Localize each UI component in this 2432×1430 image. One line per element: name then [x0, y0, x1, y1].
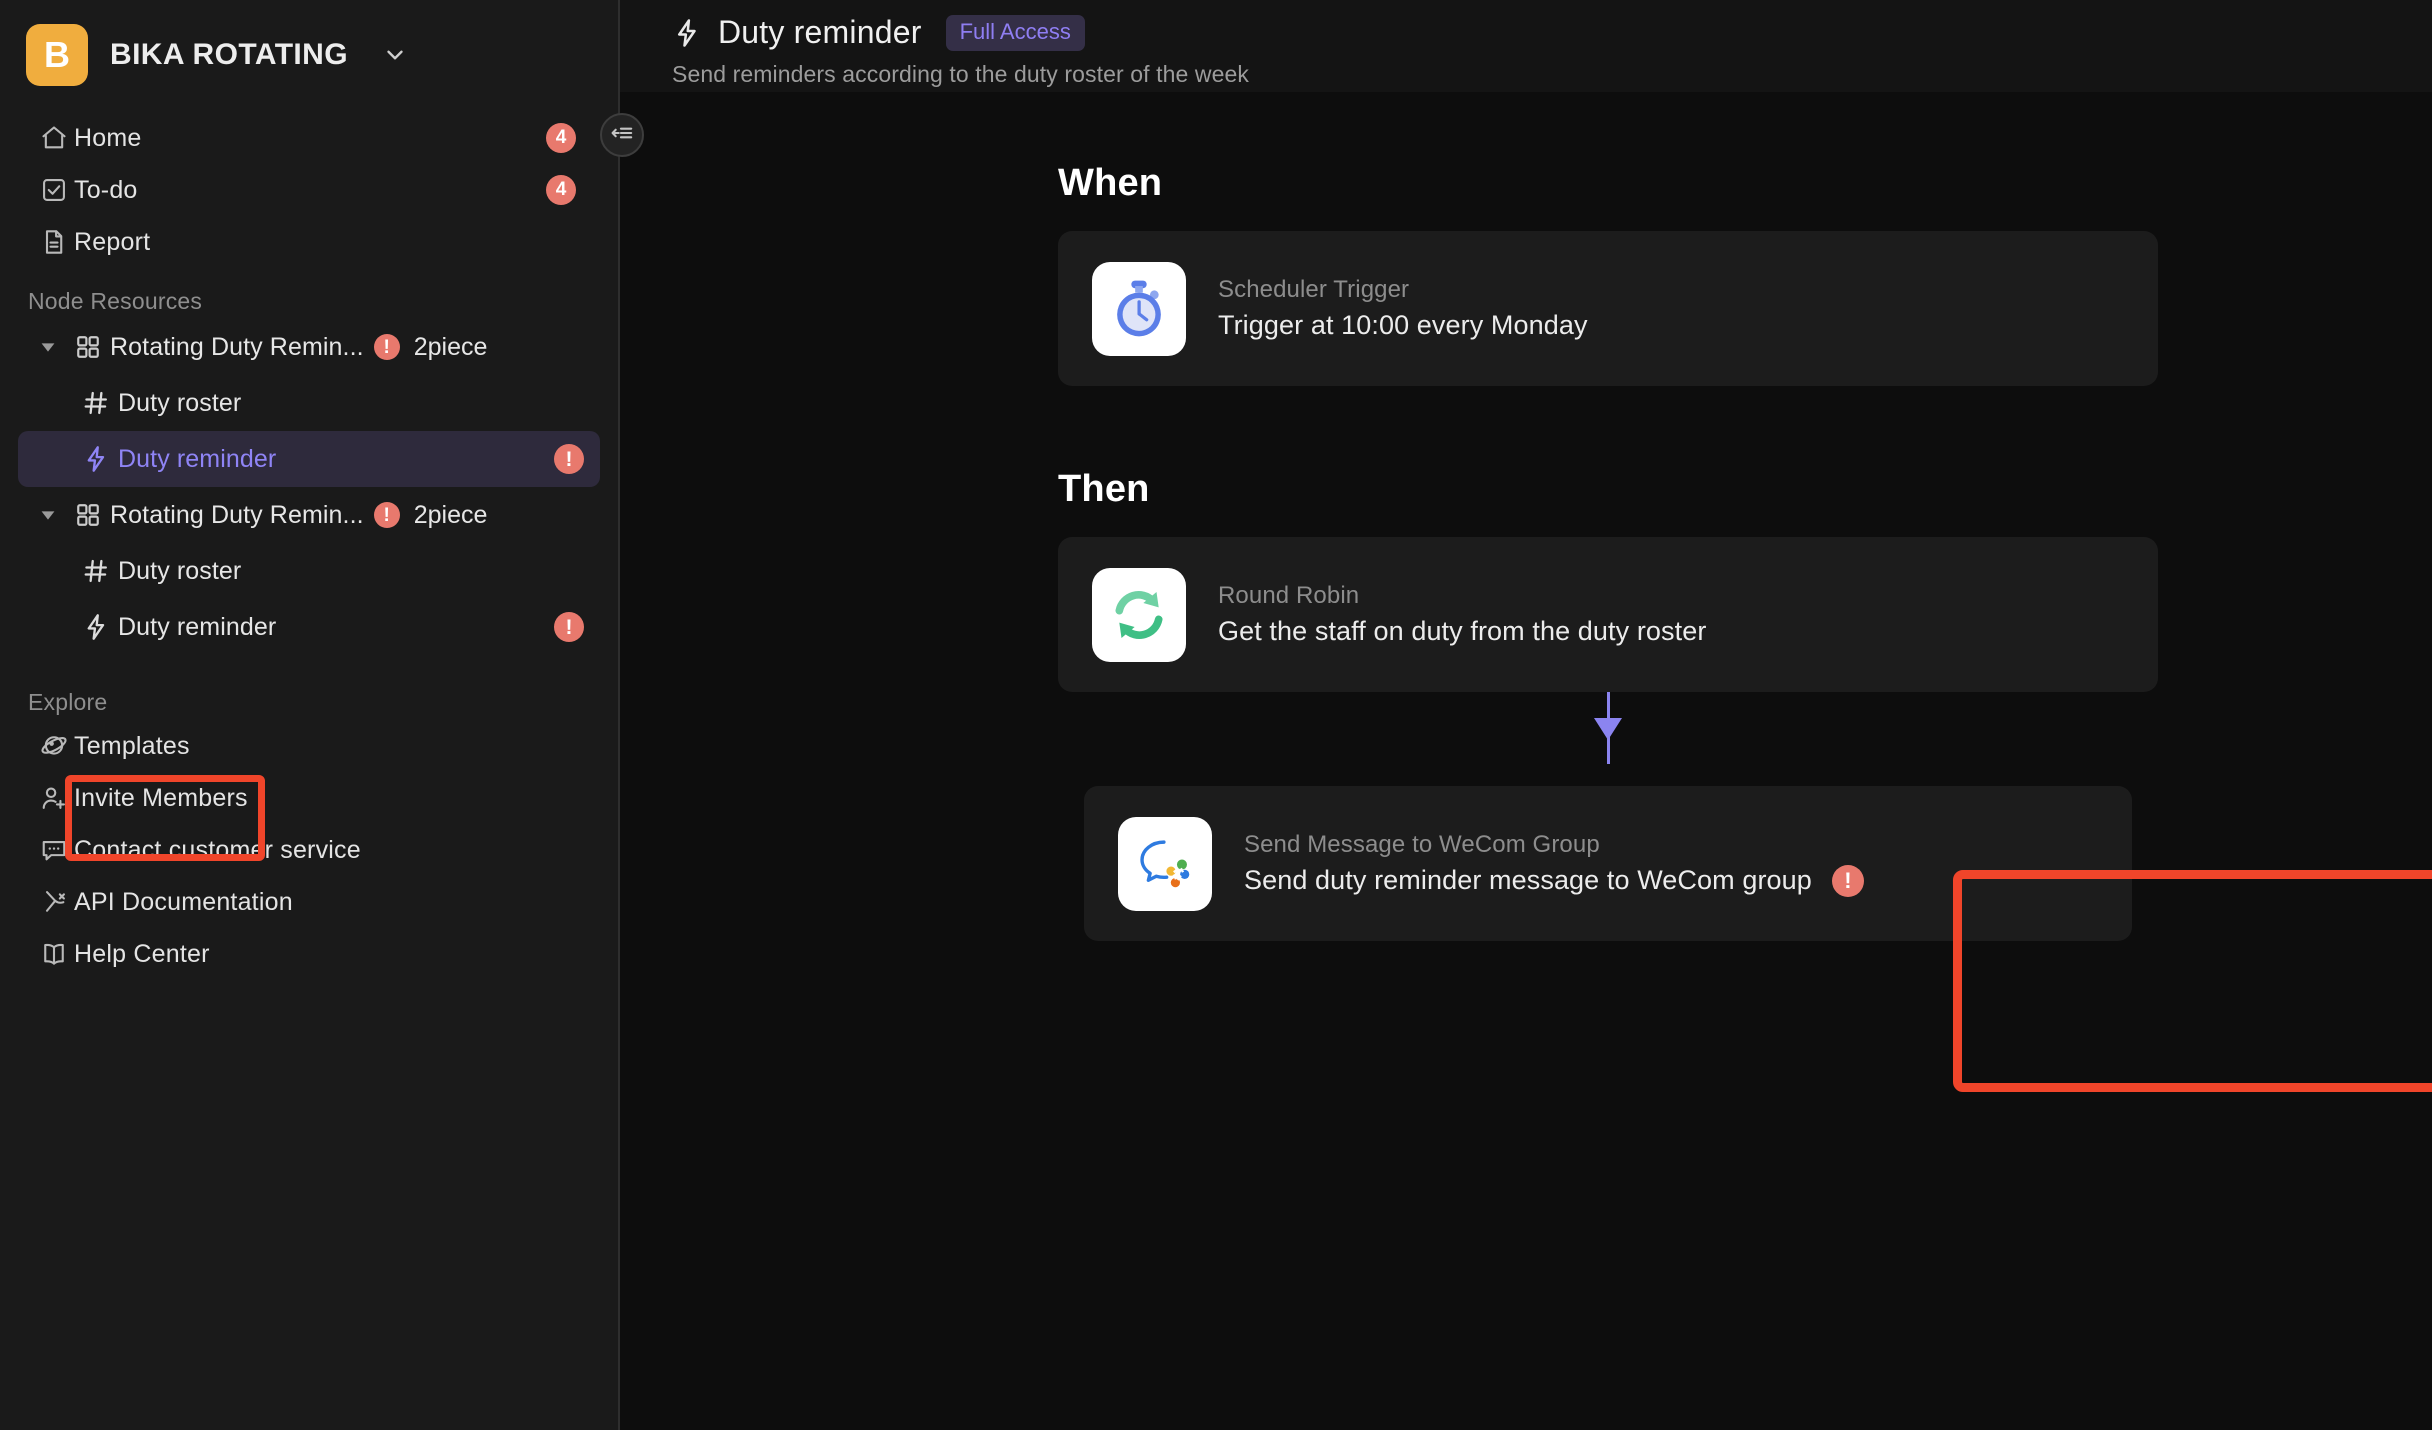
caret-down-icon[interactable] — [30, 504, 66, 526]
explore-nav: Templates Invite Members Contact custome… — [0, 720, 618, 980]
sidebar-item-label: API Documentation — [74, 887, 293, 916]
action-card-send-wecom-message[interactable]: Send Message to WeCom Group Send duty re… — [1084, 786, 2132, 941]
hash-icon — [74, 389, 118, 417]
page-header: Duty reminder Full Access Send reminders… — [620, 0, 2432, 92]
automation-flow: When Scheduler Trigger Trigger at 10:00 … — [1058, 162, 2158, 963]
app-root: B BIKA ROTATING Home 4 To-do 4 Report No… — [0, 0, 2432, 1430]
automation-canvas: When Scheduler Trigger Trigger at 10:00 … — [620, 92, 2432, 1430]
caret-down-icon[interactable] — [30, 336, 66, 358]
error-badge-icon: ! — [1831, 864, 1864, 897]
node-description: Get the staff on duty from the duty rost… — [1218, 616, 1707, 646]
main-content: Duty reminder Full Access Send reminders… — [620, 0, 2432, 1430]
book-icon — [40, 940, 74, 968]
tree-row-label: Duty roster — [118, 556, 242, 585]
sidebar-item-help-center[interactable]: Help Center — [24, 928, 594, 980]
grid-icon — [66, 502, 110, 528]
page-title: Duty reminder — [718, 14, 922, 50]
sidebar-item-label: Templates — [74, 731, 190, 760]
when-heading: When — [1058, 162, 1163, 204]
lightning-icon — [672, 18, 702, 48]
tree-row-label: Duty reminder — [118, 612, 277, 641]
refresh-cycle-icon — [1092, 567, 1186, 662]
explore-heading: Explore — [28, 689, 108, 715]
error-badge-icon: ! — [373, 502, 400, 528]
error-badge-icon: ! — [554, 444, 584, 474]
stopwatch-icon — [1092, 261, 1186, 356]
sidebar-item-label: Help Center — [74, 939, 210, 968]
sidebar-item-label: To-do — [74, 175, 138, 204]
tree-row-duty-reminder-selected[interactable]: Duty reminder ! — [18, 431, 600, 487]
collapse-sidebar-icon — [609, 120, 635, 151]
lightning-icon — [74, 445, 118, 473]
primary-nav: Home 4 To-do 4 Report — [0, 112, 618, 268]
sidebar-item-label: Home — [74, 123, 142, 152]
grid-icon — [66, 334, 110, 360]
action-card-wecom-wrapper: Send Message to WeCom Group Send duty re… — [1058, 764, 2158, 963]
workspace-logo: B — [26, 24, 88, 86]
api-plug-icon — [40, 888, 74, 916]
home-icon — [40, 124, 74, 152]
access-badge: Full Access — [945, 14, 1085, 51]
tree-row-label: Rotating Duty Remin... — [110, 500, 364, 529]
node-description: Send duty reminder message to WeCom grou… — [1244, 865, 1812, 895]
document-icon — [40, 228, 74, 256]
checkbox-icon — [40, 176, 74, 204]
home-badge-count: 4 — [546, 123, 576, 153]
tree-row-count: 2piece — [413, 500, 488, 529]
action-card-round-robin[interactable]: Round Robin Get the staff on duty from t… — [1058, 537, 2158, 692]
lightning-icon — [74, 613, 118, 641]
sidebar-item-contact-customer-service[interactable]: Contact customer service — [24, 824, 594, 876]
sidebar-item-label: Invite Members — [74, 783, 248, 812]
error-badge-icon: ! — [554, 612, 584, 642]
sidebar-item-report[interactable]: Report — [24, 216, 594, 268]
todo-badge-count: 4 — [546, 175, 576, 205]
node-resources-tree: Rotating Duty Remin... ! 2piece Duty ros… — [0, 319, 618, 655]
trigger-card-scheduler[interactable]: Scheduler Trigger Trigger at 10:00 every… — [1058, 231, 2158, 386]
tree-row[interactable]: Duty roster — [18, 375, 600, 431]
chat-icon — [40, 836, 74, 864]
tree-row[interactable]: Duty reminder ! — [18, 599, 600, 655]
workspace-switcher[interactable]: B BIKA ROTATING — [0, 0, 618, 92]
sidebar-item-todo[interactable]: To-do 4 — [24, 164, 594, 216]
hash-icon — [74, 557, 118, 585]
flow-connector — [1058, 692, 2158, 764]
sidebar-item-home[interactable]: Home 4 — [24, 112, 594, 164]
planet-icon — [40, 732, 74, 760]
tree-row-label: Duty roster — [118, 388, 242, 417]
wecom-icon — [1118, 816, 1212, 911]
connector-arrow-icon — [1594, 718, 1622, 740]
user-plus-icon — [40, 784, 74, 812]
collapse-sidebar-button[interactable] — [600, 113, 644, 157]
sidebar-item-api-documentation[interactable]: API Documentation — [24, 876, 594, 928]
tree-row[interactable]: Rotating Duty Remin... ! 2piece — [18, 487, 600, 543]
tree-row[interactable]: Duty roster — [18, 543, 600, 599]
sidebar-item-invite-members[interactable]: Invite Members — [24, 772, 594, 824]
node-kind-label: Scheduler Trigger — [1218, 276, 1410, 303]
sidebar-item-label: Contact customer service — [74, 835, 361, 864]
tree-row-label: Rotating Duty Remin... — [110, 332, 364, 361]
then-heading: Then — [1058, 468, 1150, 510]
sidebar: B BIKA ROTATING Home 4 To-do 4 Report No… — [0, 0, 620, 1430]
chevron-down-icon — [382, 42, 408, 68]
tree-row-label: Duty reminder — [118, 444, 277, 473]
tree-row-count: 2piece — [413, 332, 488, 361]
sidebar-item-label: Report — [74, 227, 151, 256]
node-kind-label: Round Robin — [1218, 582, 1360, 609]
workspace-name: BIKA ROTATING — [110, 38, 348, 71]
node-description: Trigger at 10:00 every Monday — [1218, 310, 1588, 340]
node-kind-label: Send Message to WeCom Group — [1244, 830, 1600, 858]
error-badge-icon: ! — [373, 334, 400, 360]
node-resources-heading: Node Resources — [28, 288, 203, 314]
tree-row[interactable]: Rotating Duty Remin... ! 2piece — [18, 319, 600, 375]
sidebar-item-templates[interactable]: Templates — [24, 720, 594, 772]
page-subtitle: Send reminders according to the duty ros… — [672, 61, 1249, 87]
